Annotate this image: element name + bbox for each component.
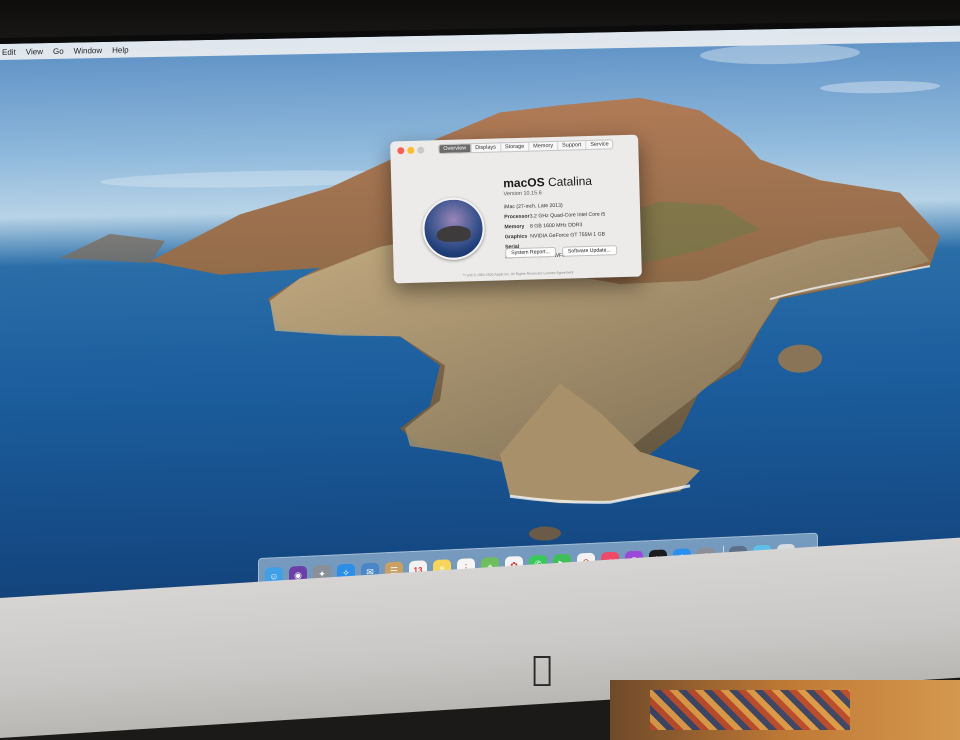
menu-view[interactable]: View bbox=[26, 47, 43, 56]
system-report-button[interactable]: System Report... bbox=[505, 246, 556, 259]
apple-logo-icon:  bbox=[532, 652, 552, 686]
tab-displays[interactable]: Displays bbox=[471, 143, 502, 153]
tab-bar: Overview Displays Storage Memory Support… bbox=[438, 139, 614, 155]
os-name-bold: macOS bbox=[503, 175, 545, 191]
tab-storage[interactable]: Storage bbox=[500, 142, 530, 152]
patterned-cloth bbox=[650, 690, 850, 730]
tab-support[interactable]: Support bbox=[557, 141, 587, 150]
menu-window[interactable]: Window bbox=[74, 46, 102, 56]
minimize-button[interactable] bbox=[407, 146, 415, 155]
software-update-button[interactable]: Software Update... bbox=[561, 245, 617, 257]
tab-memory[interactable]: Memory bbox=[529, 141, 559, 151]
tab-overview[interactable]: Overview bbox=[439, 144, 472, 154]
menu-go[interactable]: Go bbox=[53, 46, 64, 55]
tab-service[interactable]: Service bbox=[586, 140, 613, 149]
os-version: Version 10.15.6 bbox=[503, 190, 542, 198]
os-title: macOS Catalina bbox=[503, 174, 592, 190]
about-this-mac-window: Overview Displays Storage Memory Support… bbox=[390, 134, 642, 284]
close-button[interactable] bbox=[397, 147, 405, 155]
macos-catalina-logo-icon bbox=[421, 196, 486, 261]
menu-edit[interactable]: Edit bbox=[2, 47, 16, 56]
menu-help[interactable]: Help bbox=[112, 45, 128, 54]
os-name-rest: Catalina bbox=[547, 173, 593, 190]
zoom-button[interactable] bbox=[417, 146, 425, 154]
